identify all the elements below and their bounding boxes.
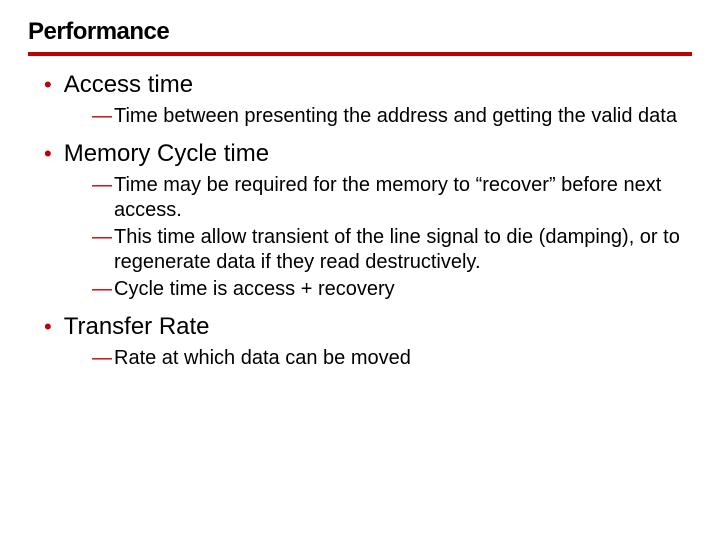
sub-item: — This time allow transient of the line … bbox=[92, 225, 692, 275]
title-underline bbox=[28, 52, 692, 56]
sub-item: — Time between presenting the address an… bbox=[92, 104, 692, 129]
sub-item: — Rate at which data can be moved bbox=[92, 346, 692, 371]
dash-icon: — bbox=[92, 225, 112, 250]
sub-text: This time allow transient of the line si… bbox=[114, 225, 692, 275]
sub-list: — Time between presenting the address an… bbox=[92, 104, 692, 129]
bullet-icon: • bbox=[44, 143, 52, 165]
sub-text: Time between presenting the address and … bbox=[114, 104, 677, 129]
dash-icon: — bbox=[92, 346, 112, 371]
dash-icon: — bbox=[92, 173, 112, 198]
sub-text: Cycle time is access + recovery bbox=[114, 277, 395, 302]
dash-icon: — bbox=[92, 277, 112, 302]
sub-text: Rate at which data can be moved bbox=[114, 346, 411, 371]
bullet-row: • Access time bbox=[44, 70, 692, 100]
bullet-label: Transfer Rate bbox=[64, 312, 210, 342]
slide-title: Performance bbox=[28, 18, 692, 46]
bullet-item: • Transfer Rate — Rate at which data can… bbox=[44, 312, 692, 371]
bullet-icon: • bbox=[44, 74, 52, 96]
dash-icon: — bbox=[92, 104, 112, 129]
sub-item: — Cycle time is access + recovery bbox=[92, 277, 692, 302]
bullet-label: Memory Cycle time bbox=[64, 139, 269, 169]
sub-list: — Time may be required for the memory to… bbox=[92, 173, 692, 302]
bullet-label: Access time bbox=[64, 70, 193, 100]
bullet-row: • Memory Cycle time bbox=[44, 139, 692, 169]
sub-list: — Rate at which data can be moved bbox=[92, 346, 692, 371]
bullet-item: • Memory Cycle time — Time may be requir… bbox=[44, 139, 692, 302]
sub-item: — Time may be required for the memory to… bbox=[92, 173, 692, 223]
bullet-item: • Access time — Time between presenting … bbox=[44, 70, 692, 129]
bullet-row: • Transfer Rate bbox=[44, 312, 692, 342]
bullet-icon: • bbox=[44, 316, 52, 338]
sub-text: Time may be required for the memory to “… bbox=[114, 173, 692, 223]
